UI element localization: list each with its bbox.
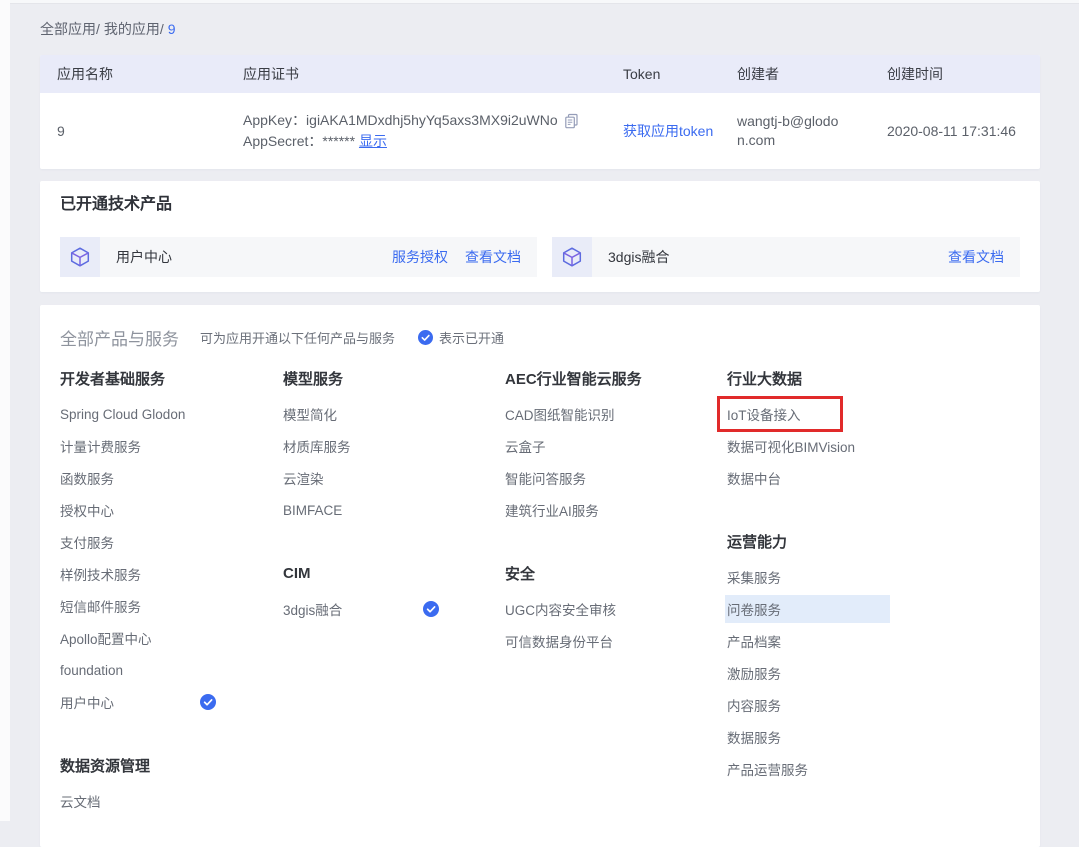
- product-item[interactable]: 计量计费服务: [60, 430, 283, 462]
- product-item[interactable]: 数据服务: [727, 721, 1020, 753]
- all-products-panel: 全部产品与服务 可为应用开通以下任何产品与服务 表示已开通 开发者基础服务 Sp…: [40, 305, 1040, 847]
- product-item[interactable]: 云渲染: [283, 462, 505, 494]
- category-heading: 模型服务: [283, 366, 505, 390]
- product-item[interactable]: 内容服务: [727, 689, 1020, 721]
- product-item[interactable]: Spring Cloud Glodon: [60, 398, 283, 430]
- category-heading: 开发者基础服务: [60, 366, 283, 390]
- table-header-row: 应用名称 应用证书 Token 创建者 创建时间: [40, 55, 1040, 93]
- creator-cell: wangtj-b@glodon.com: [720, 112, 870, 150]
- product-card-name: 用户中心: [116, 247, 172, 267]
- product-item[interactable]: UGC内容安全审核: [505, 593, 727, 625]
- cube-icon: [552, 237, 592, 277]
- check-circle-icon: [418, 330, 433, 345]
- product-column-model: 模型服务 模型简化 材质库服务 云渲染 BIMFACE CIM 3dgis融合: [283, 366, 505, 817]
- product-item[interactable]: 模型简化: [283, 398, 505, 430]
- product-card-name: 3dgis融合: [608, 247, 669, 267]
- product-item-3dgis[interactable]: 3dgis融合: [283, 593, 505, 625]
- product-item[interactable]: 采集服务: [727, 561, 1020, 593]
- category-heading: 数据资源管理: [60, 753, 283, 777]
- app-info-panel: 应用名称 应用证书 Token 创建者 创建时间 9 AppKey：igiAKA…: [40, 55, 1040, 169]
- token-cell: 获取应用token: [606, 121, 720, 141]
- appkey-value: igiAKA1MDxdhj5hyYq5axs3MX9i2uWNo: [306, 110, 558, 131]
- product-item[interactable]: 产品运营服务: [727, 753, 1020, 785]
- category-heading: 运营能力: [727, 529, 1020, 553]
- enabled-products-title: 已开通技术产品: [60, 196, 1020, 214]
- appkey-label: AppKey：: [243, 110, 306, 131]
- enabled-legend: 表示已开通: [418, 328, 504, 347]
- product-item[interactable]: 材质库服务: [283, 430, 505, 462]
- page-content: 全部应用/我的应用/9 应用名称 应用证书 Token 创建者 创建时间 9 A…: [40, 0, 1040, 847]
- appsecret-label: AppSecret：: [243, 131, 322, 152]
- table-row: 9 AppKey：igiAKA1MDxdhj5hyYq5axs3MX9i2uWN…: [40, 93, 1040, 169]
- enabled-products-panel: 已开通技术产品 用户中心 服务授权 查看文档 3dgis融合 查看文档: [40, 181, 1040, 292]
- left-gutter: [0, 0, 10, 821]
- breadcrumb: 全部应用/我的应用/9: [40, 0, 1040, 34]
- product-item[interactable]: 数据可视化BIMVision: [727, 430, 1020, 462]
- enabled-product-card-user-center: 用户中心 服务授权 查看文档: [60, 237, 537, 277]
- col-header-created-time: 创建时间: [870, 64, 1040, 84]
- category-heading: 行业大数据: [727, 366, 1020, 390]
- product-item[interactable]: 产品档案: [727, 625, 1020, 657]
- breadcrumb-current-app: 9: [168, 21, 176, 37]
- product-item[interactable]: 样例技术服务: [60, 558, 283, 590]
- product-item-user-center[interactable]: 用户中心: [60, 686, 283, 718]
- category-heading: 安全: [505, 561, 727, 585]
- product-item[interactable]: 激励服务: [727, 657, 1020, 689]
- product-item[interactable]: 建筑行业AI服务: [505, 494, 727, 526]
- product-item[interactable]: 支付服务: [60, 526, 283, 558]
- all-products-title: 全部产品与服务: [60, 325, 179, 350]
- product-item[interactable]: 数据中台: [727, 462, 1020, 494]
- category-heading: CIM: [283, 561, 505, 585]
- product-item[interactable]: foundation: [60, 654, 283, 686]
- product-item[interactable]: 智能问答服务: [505, 462, 727, 494]
- product-column-developer: 开发者基础服务 Spring Cloud Glodon 计量计费服务 函数服务 …: [60, 366, 283, 817]
- category-heading: AEC行业智能云服务: [505, 366, 727, 390]
- col-header-creator: 创建者: [720, 64, 870, 84]
- view-docs-link[interactable]: 查看文档: [948, 247, 1004, 267]
- created-time-cell: 2020-08-11 17:31:46: [870, 123, 1040, 139]
- copy-icon[interactable]: [564, 113, 579, 129]
- product-item-iot[interactable]: IoT设备接入: [727, 398, 1020, 430]
- product-column-aec: AEC行业智能云服务 CAD图纸智能识别 云盒子 智能问答服务 建筑行业AI服务…: [505, 366, 727, 817]
- appsecret-masked: ******: [322, 131, 355, 152]
- product-item[interactable]: Apollo配置中心: [60, 622, 283, 654]
- product-item[interactable]: 授权中心: [60, 494, 283, 526]
- get-app-token-link[interactable]: 获取应用token: [623, 123, 713, 139]
- cube-icon: [60, 237, 100, 277]
- product-item[interactable]: 短信邮件服务: [60, 590, 283, 622]
- product-item[interactable]: 可信数据身份平台: [505, 625, 727, 657]
- product-column-bigdata: 行业大数据 IoT设备接入 数据可视化BIMVision 数据中台 运营能力 采…: [727, 366, 1020, 817]
- product-item[interactable]: 云文档: [60, 785, 283, 817]
- product-item[interactable]: CAD图纸智能识别: [505, 398, 727, 430]
- col-header-app-name: 应用名称: [40, 64, 226, 84]
- all-products-subtitle: 可为应用开通以下任何产品与服务: [200, 328, 395, 347]
- col-header-app-cert: 应用证书: [226, 64, 606, 84]
- service-authorization-link[interactable]: 服务授权: [392, 247, 448, 267]
- product-item[interactable]: 云盒子: [505, 430, 727, 462]
- col-header-token: Token: [606, 66, 720, 82]
- breadcrumb-my-apps[interactable]: 我的应用/: [104, 21, 164, 37]
- product-item-survey[interactable]: 问卷服务: [727, 593, 1020, 625]
- app-name-cell: 9: [40, 123, 226, 139]
- show-secret-link[interactable]: 显示: [359, 131, 387, 152]
- product-item[interactable]: BIMFACE: [283, 494, 505, 526]
- enabled-check-icon: [423, 601, 439, 620]
- product-item[interactable]: 函数服务: [60, 462, 283, 494]
- legend-label: 表示已开通: [439, 328, 504, 347]
- view-docs-link[interactable]: 查看文档: [465, 247, 521, 267]
- app-cert-cell: AppKey：igiAKA1MDxdhj5hyYq5axs3MX9i2uWNo …: [226, 110, 606, 152]
- enabled-product-card-3dgis: 3dgis融合 查看文档: [552, 237, 1020, 277]
- breadcrumb-all-apps[interactable]: 全部应用/: [40, 21, 100, 37]
- enabled-check-icon: [200, 694, 216, 713]
